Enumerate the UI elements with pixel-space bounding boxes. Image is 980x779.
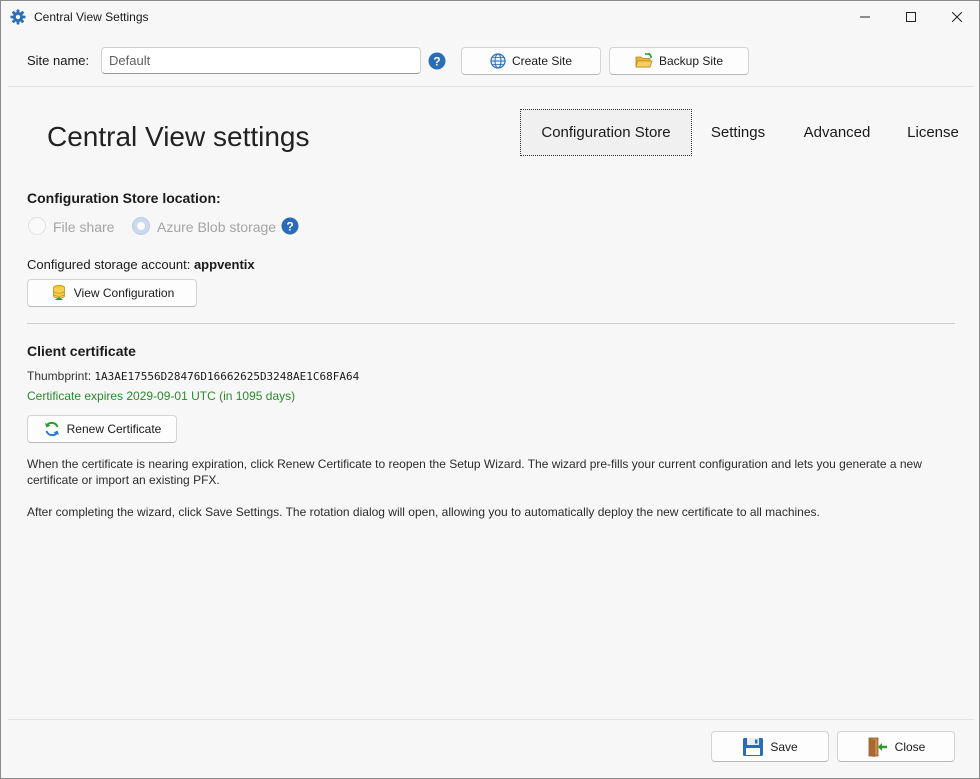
- close-window-button[interactable]: [934, 1, 980, 33]
- help-icon[interactable]: ?: [281, 217, 299, 235]
- title-bar: Central View Settings: [1, 1, 979, 34]
- client-certificate-title: Client certificate: [27, 343, 136, 359]
- site-name-input[interactable]: [101, 47, 421, 74]
- folder-backup-icon: [635, 53, 653, 68]
- exit-door-icon: [868, 737, 887, 757]
- page-title: Central View settings: [47, 121, 310, 152]
- azure-blob-label: Azure Blob storage: [157, 219, 277, 235]
- close-label: Close: [894, 739, 926, 754]
- save-button[interactable]: Save: [711, 731, 829, 762]
- floppy-disk-icon: [743, 737, 764, 756]
- save-label: Save: [770, 739, 798, 754]
- thumbprint-label: Thumbprint:: [27, 369, 92, 383]
- tab-advanced[interactable]: Advanced: [791, 109, 883, 156]
- tab-license[interactable]: License: [897, 109, 969, 156]
- config-store-title: Configuration Store location:: [27, 190, 221, 206]
- settings-window: Central View Settings Site name: ? Creat…: [0, 0, 980, 779]
- database-icon: [52, 284, 65, 300]
- renew-certificate-label: Renew Certificate: [66, 422, 162, 436]
- maximize-button[interactable]: [888, 1, 934, 33]
- minimize-button[interactable]: [842, 1, 888, 33]
- file-share-label: File share: [53, 219, 115, 235]
- renew-instructions-text: When the certificate is nearing expirati…: [27, 457, 922, 487]
- tab-configuration-store[interactable]: Configuration Store: [520, 109, 692, 156]
- site-name-label: Site name:: [27, 53, 90, 68]
- globe-icon: [490, 53, 506, 69]
- view-configuration-label: View Configuration: [73, 286, 175, 300]
- divider: [27, 323, 955, 324]
- refresh-icon: [44, 421, 59, 437]
- close-icon: [952, 12, 962, 22]
- divider: [8, 86, 974, 87]
- storage-account-label: Configured storage account:: [27, 257, 191, 272]
- help-icon[interactable]: ?: [428, 52, 446, 70]
- backup-site-button[interactable]: Backup Site: [609, 47, 749, 75]
- certificate-expiry-text: Certificate expires 2029-09-01 UTC (in 1…: [27, 389, 296, 403]
- gear-icon: [10, 9, 26, 25]
- svg-text:?: ?: [286, 220, 293, 234]
- storage-account-value: appventix: [193, 257, 255, 272]
- create-site-button[interactable]: Create Site: [461, 47, 601, 75]
- window-title: Central View Settings: [34, 10, 149, 24]
- create-site-label: Create Site: [511, 54, 573, 68]
- thumbprint-value: 1A3AE17556D28476D16662625D3248AE1C68FA64: [94, 370, 360, 383]
- backup-site-label: Backup Site: [658, 54, 724, 68]
- thumbprint-text: Thumbprint: 1A3AE17556D28476D16662625D32…: [27, 369, 359, 383]
- maximize-icon: [906, 12, 916, 22]
- azure-blob-radio[interactable]: [132, 217, 150, 235]
- view-configuration-button[interactable]: View Configuration: [27, 279, 197, 307]
- renew-certificate-button[interactable]: Renew Certificate: [27, 415, 177, 443]
- tab-settings[interactable]: Settings: [695, 109, 781, 156]
- close-button[interactable]: Close: [837, 731, 955, 762]
- minimize-icon: [860, 16, 870, 18]
- storage-account-text: Configured storage account: appventix: [27, 257, 255, 272]
- svg-text:?: ?: [433, 55, 440, 69]
- save-instructions-text: After completing the wizard, click Save …: [27, 505, 820, 519]
- divider: [8, 719, 974, 720]
- file-share-radio[interactable]: [28, 217, 46, 235]
